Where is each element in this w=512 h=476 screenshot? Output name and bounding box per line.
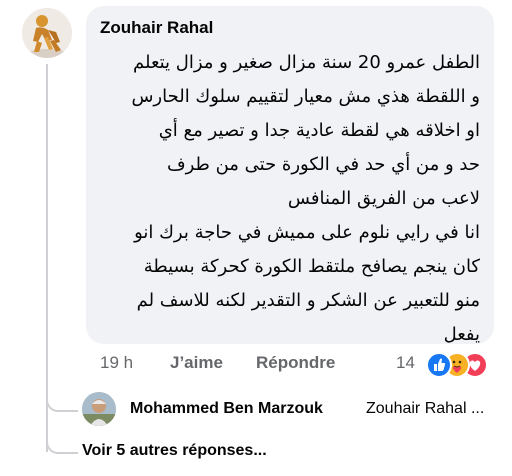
view-more-replies-link[interactable]: Voir 5 autres réponses...: [82, 442, 267, 460]
reply-button[interactable]: Répondre: [256, 353, 335, 373]
like-icon: [426, 352, 452, 378]
comment-bubble: Zouhair Rahal الطفل عمرو 20 سنة مزال صغي…: [86, 6, 494, 345]
reply-avatar[interactable]: [82, 392, 116, 426]
avatar[interactable]: [22, 8, 72, 58]
comment-text-line: الطفل عمرو 20 سنة مزال صغير و مزال يتعلم: [133, 52, 480, 73]
like-button[interactable]: J’aime: [170, 353, 223, 373]
comment-author[interactable]: Zouhair Rahal: [100, 18, 213, 38]
comment-text-line: كان ينجم يصافح ملتقط الكورة كحركة بسيطة: [143, 256, 480, 277]
reaction-count: 14: [396, 353, 415, 372]
comment-actions: 19 h J’aime Répondre: [100, 353, 360, 375]
reply-item[interactable]: Mohammed Ben Marzouk Zouhair Rahal ...: [82, 392, 502, 426]
comment-text-line: حد و من أي حد في الكورة حتى من طرف: [166, 154, 480, 175]
thread-branch-more: [46, 430, 78, 454]
reply-author[interactable]: Mohammed Ben Marzouk: [130, 400, 323, 418]
reply-preview[interactable]: Zouhair Rahal ...: [366, 400, 484, 418]
comment-text: الطفل عمرو 20 سنة مزال صغير و مزال يتعلم…: [100, 46, 480, 352]
comment-text-line: او اخلاقه هي لقطة عادية جدا و تصير مع أي: [158, 120, 480, 141]
comment-text-line: لاعب من الفريق المنافس: [287, 188, 480, 209]
reactions-summary[interactable]: 14: [396, 350, 500, 378]
comment-text-line: يفعل: [443, 324, 480, 345]
comment-text-line: انا في رايي نلوم على مميش في حاجة برك ان…: [134, 222, 480, 243]
thread-branch-reply: [46, 388, 78, 412]
comment-text-line: منو للتعبير عن الشكر و التقدير لكنه للاس…: [136, 290, 480, 311]
comment-text-line: و اللقطة هذي مش معيار لتقييم سلوك الحارس: [131, 86, 480, 107]
comment-timestamp[interactable]: 19 h: [100, 353, 133, 373]
